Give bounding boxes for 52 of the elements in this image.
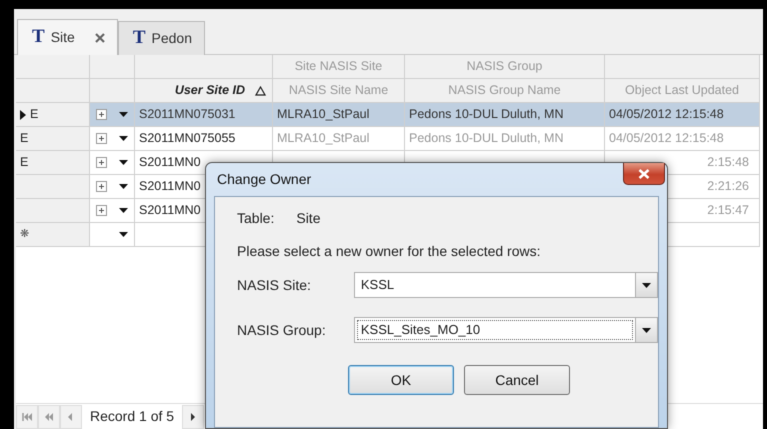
close-icon[interactable]	[94, 32, 105, 42]
table-cell: 04/05/2012 12:15:48	[605, 127, 760, 151]
dropdown-icon[interactable]	[119, 208, 128, 213]
cancel-button[interactable]: Cancel	[464, 365, 570, 395]
table-cell: MLRA10_StPaul	[273, 127, 405, 151]
field-label: NASIS Group:	[237, 320, 327, 340]
next-button[interactable]	[182, 404, 204, 428]
expand-icon[interactable]	[96, 157, 107, 168]
expand-icon[interactable]	[96, 205, 107, 216]
column-header[interactable]: User Site ID	[135, 79, 273, 103]
dropdown-icon[interactable]	[119, 184, 128, 189]
column-group-header: NASIS Group	[405, 55, 605, 79]
table-cell: Pedons 10-DUL Duluth, MN	[405, 127, 605, 151]
dropdown-field[interactable]: KSSL	[354, 272, 658, 298]
column-group-header: Site NASIS Site	[273, 55, 405, 79]
previous-page-icon	[44, 412, 54, 420]
table-cell: MLRA10_StPaul	[273, 103, 405, 127]
row-header[interactable]: E	[16, 127, 90, 151]
new-row-marker: ❋	[20, 227, 29, 242]
row-header[interactable]: E	[16, 151, 90, 175]
tab[interactable]: T Pedon	[118, 21, 205, 55]
sort-ascending-icon	[255, 86, 266, 96]
dropdown-icon[interactable]	[119, 112, 128, 117]
table-value: Site	[296, 209, 320, 228]
dropdown-field[interactable]: KSSL_Sites_MO_10	[354, 317, 658, 343]
expand-icon[interactable]	[96, 181, 107, 192]
table-cell: S2011MN075031	[135, 103, 273, 127]
dialog-prompt: Please select a new owner for the selected rows:	[237, 242, 542, 261]
tab[interactable]: T Site	[17, 19, 118, 55]
dropdown-icon[interactable]	[642, 328, 651, 332]
first-icon	[22, 412, 32, 420]
table-icon: T	[132, 24, 146, 53]
first-button[interactable]	[16, 404, 38, 428]
expand-icon[interactable]	[96, 133, 107, 144]
expand-icon[interactable]	[96, 109, 107, 120]
table-cell: Pedons 10-DUL Duluth, MN	[405, 103, 605, 127]
previous-page-button[interactable]	[38, 404, 60, 428]
current-row-icon	[20, 110, 26, 120]
close-button[interactable]	[623, 163, 665, 185]
table-cell: S2011MN075055	[135, 127, 273, 151]
record-counter: Record 1 of 5	[89, 407, 176, 426]
dropdown-icon[interactable]	[119, 232, 128, 237]
field-label: NASIS Site:	[237, 276, 312, 294]
table-cell: 04/05/2012 12:15:48	[605, 103, 760, 127]
close-icon	[638, 168, 650, 178]
dropdown-icon[interactable]	[119, 136, 128, 141]
dropdown-icon[interactable]	[642, 282, 651, 288]
previous-button[interactable]	[60, 404, 82, 428]
dropdown-icon[interactable]	[119, 160, 128, 165]
table-icon: T	[32, 23, 45, 52]
row-header[interactable]: E	[16, 103, 90, 127]
ok-button[interactable]: OK	[348, 365, 454, 395]
